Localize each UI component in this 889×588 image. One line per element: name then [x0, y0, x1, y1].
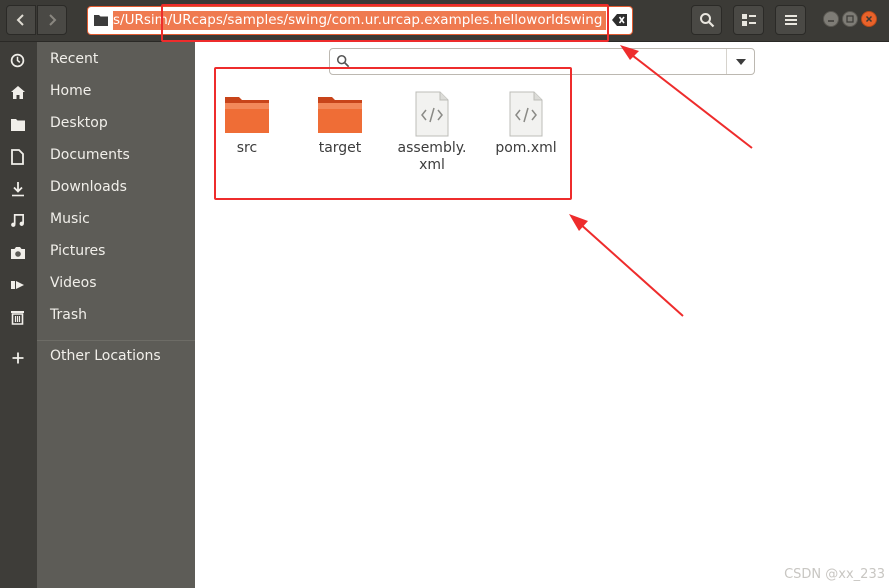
sidebar-item-videos[interactable]: Videos — [0, 269, 195, 299]
close-icon — [865, 15, 873, 23]
sidebar-item-label: Videos — [50, 275, 97, 291]
search-icon — [699, 13, 714, 28]
document-icon — [9, 148, 26, 165]
chevron-right-icon — [49, 14, 57, 26]
download-icon — [9, 180, 26, 197]
sidebar-item-label: Music — [50, 211, 90, 227]
sidebar-item-documents[interactable]: Documents — [0, 141, 195, 171]
chevron-left-icon — [16, 14, 24, 26]
view-options-button[interactable] — [733, 5, 764, 35]
folder-icon — [9, 116, 26, 133]
video-icon — [9, 276, 26, 293]
plus-icon — [9, 349, 26, 366]
chevron-down-icon — [735, 58, 746, 65]
sidebar-item-other-locations[interactable]: Other Locations — [0, 342, 195, 372]
camera-icon — [9, 244, 26, 261]
minimize-icon — [828, 20, 834, 22]
trash-icon — [9, 308, 26, 325]
sidebar-item-downloads[interactable]: Downloads — [0, 173, 195, 203]
sidebar-item-label: Home — [50, 83, 92, 99]
annotation-box-path — [161, 4, 609, 42]
watermark-text: CSDN @xx_233 — [784, 567, 885, 582]
clock-icon — [9, 52, 26, 69]
sidebar-item-home[interactable]: Home — [0, 77, 195, 107]
back-button[interactable] — [6, 5, 36, 35]
annotation-box-files — [214, 67, 572, 200]
sidebar-item-label: Documents — [50, 147, 130, 163]
sidebar-item-label: Other Locations — [50, 348, 161, 364]
sidebar-item-recent[interactable]: Recent — [0, 45, 195, 75]
hamburger-icon — [784, 15, 797, 25]
close-button[interactable] — [861, 11, 877, 27]
file-manager-window: s/URsim/URcaps/samples/swing/com.ur.urca… — [0, 0, 889, 588]
search-button[interactable] — [691, 5, 722, 35]
maximize-icon — [846, 15, 854, 23]
search-filter-dropdown[interactable] — [726, 49, 754, 74]
sidebar: Recent Home Desktop Documents Downloads — [0, 42, 195, 588]
sidebar-item-music[interactable]: Music — [0, 205, 195, 235]
search-icon — [336, 54, 350, 68]
sidebar-item-desktop[interactable]: Desktop — [0, 109, 195, 139]
folder-icon — [94, 15, 108, 26]
sidebar-item-label: Pictures — [50, 243, 106, 259]
sidebar-item-pictures[interactable]: Pictures — [0, 237, 195, 267]
sidebar-item-trash[interactable]: Trash — [0, 301, 195, 331]
list-view-icon — [741, 14, 756, 26]
clear-icon[interactable] — [612, 13, 628, 27]
forward-button[interactable] — [37, 5, 67, 35]
menu-button[interactable] — [775, 5, 806, 35]
sidebar-item-label: Desktop — [50, 115, 108, 131]
sidebar-separator — [37, 340, 195, 341]
home-icon — [9, 84, 26, 101]
maximize-button[interactable] — [842, 11, 858, 27]
minimize-button[interactable] — [823, 11, 839, 27]
music-icon — [9, 212, 26, 229]
sidebar-item-label: Downloads — [50, 179, 127, 195]
sidebar-item-label: Recent — [50, 51, 99, 67]
sidebar-item-label: Trash — [50, 307, 87, 323]
